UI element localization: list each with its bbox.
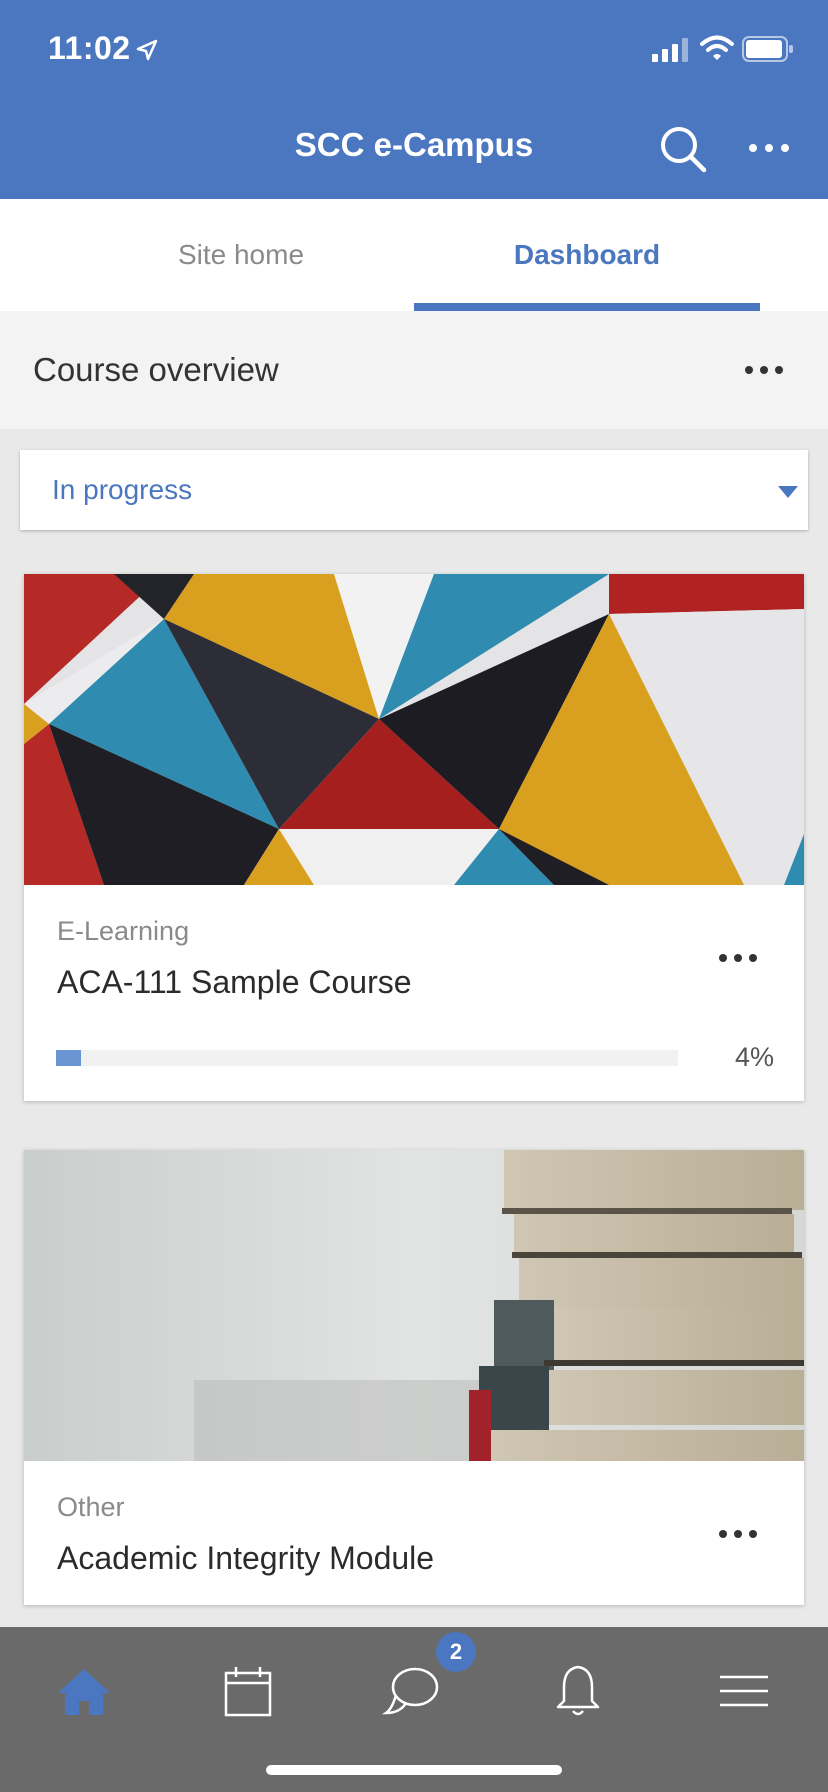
location-arrow-icon — [136, 39, 158, 61]
chevron-down-icon — [778, 486, 798, 498]
course-overview-title: Course overview — [33, 351, 279, 388]
tab-bar: Site home Dashboard — [0, 199, 828, 311]
course-card[interactable]: E-Learning ACA-111 Sample Course 4% — [24, 574, 804, 1101]
notifications-icon[interactable] — [548, 1661, 608, 1721]
home-icon[interactable] — [54, 1661, 114, 1721]
messages-icon[interactable] — [382, 1661, 442, 1721]
course-category: E-Learning — [57, 916, 190, 946]
more-options-icon[interactable] — [748, 142, 790, 154]
course-name[interactable]: ACA-111 Sample Course — [57, 964, 412, 1001]
menu-icon[interactable] — [714, 1661, 774, 1721]
battery-icon — [742, 36, 793, 62]
tab-dashboard[interactable]: Dashboard — [414, 199, 760, 311]
course-overview-header: Course overview — [0, 311, 828, 429]
course-more-icon[interactable] — [718, 1528, 758, 1540]
cellular-signal-icon — [652, 38, 688, 62]
home-indicator — [266, 1765, 562, 1775]
course-name[interactable]: Academic Integrity Module — [57, 1540, 434, 1577]
course-overview-more-icon[interactable] — [744, 364, 784, 376]
messages-badge: 2 — [436, 1632, 476, 1672]
tab-site-home[interactable]: Site home — [68, 199, 414, 311]
course-progress-fill — [56, 1050, 81, 1066]
course-progress-bar — [56, 1050, 678, 1066]
course-image — [24, 574, 804, 885]
course-category: Other — [57, 1492, 125, 1522]
active-tab-indicator — [414, 303, 760, 311]
wifi-icon — [700, 35, 734, 60]
course-filter-value: In progress — [52, 474, 193, 505]
search-icon[interactable] — [658, 124, 708, 174]
course-more-icon[interactable] — [718, 952, 758, 964]
status-time: 11:02 — [48, 30, 131, 66]
calendar-icon[interactable] — [218, 1661, 278, 1721]
course-image — [24, 1150, 804, 1461]
status-bar: 11:02 — [0, 0, 828, 100]
course-filter-select[interactable]: In progress — [20, 450, 808, 530]
app-header: 11:02 SCC e-Campus — [0, 0, 828, 199]
course-progress-percent: 4% — [734, 1042, 774, 1072]
course-card[interactable]: Other Academic Integrity Module — [24, 1150, 804, 1605]
